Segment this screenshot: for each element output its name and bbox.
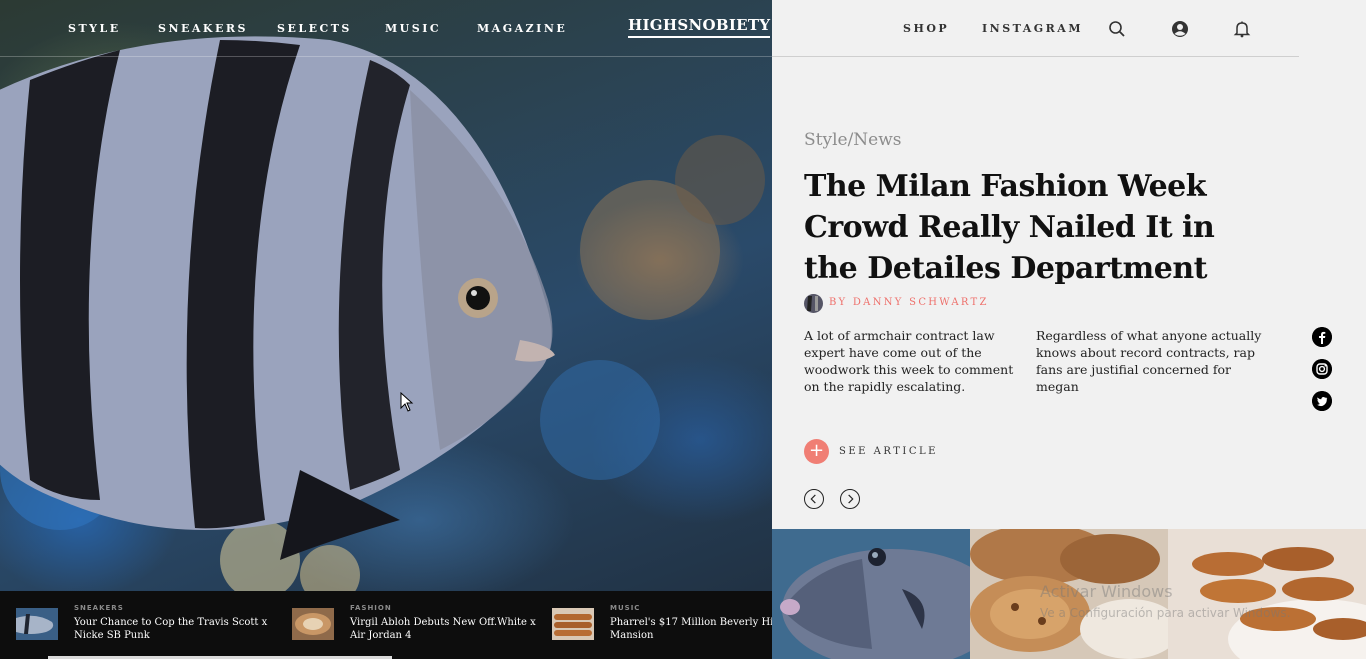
nav-selects[interactable]: SELECTS (277, 22, 352, 35)
avatar (804, 294, 823, 313)
user-icon[interactable] (1170, 19, 1190, 39)
related-item[interactable]: SNEAKERS Your Chance to Cop the Travis S… (16, 603, 276, 647)
related-thumbnail (16, 608, 58, 640)
article-headline[interactable]: The Milan Fashion Week Crowd Really Nail… (804, 166, 1274, 289)
mouse-cursor-icon (400, 392, 414, 412)
see-article-label: SEE ARTICLE (839, 446, 938, 457)
nav-sneakers[interactable]: SNEAKERS (158, 22, 248, 35)
related-thumbnail (292, 608, 334, 640)
fish-photo (0, 36, 765, 605)
hero-navbar: STYLE SNEAKERS SELECTS MUSIC MAGAZINE HI… (0, 0, 772, 57)
prev-arrow-icon[interactable] (804, 489, 824, 509)
related-item[interactable]: MUSIC Pharrel's $17 Million Beverly Hill… (552, 603, 785, 647)
gallery-biscuits-thumbnail[interactable] (1168, 529, 1366, 659)
related-articles-strip: SNEAKERS Your Chance to Cop the Travis S… (0, 591, 785, 659)
next-arrow-icon[interactable] (840, 489, 860, 509)
activation-watermark-title: Activar Windows (1040, 582, 1173, 601)
nav-style[interactable]: STYLE (68, 22, 121, 35)
related-thumbnail (552, 608, 594, 640)
search-icon[interactable] (1107, 19, 1127, 39)
plus-icon: + (804, 439, 829, 464)
instagram-icon[interactable] (1312, 359, 1332, 379)
related-category: MUSIC (610, 604, 641, 612)
nav-magazine[interactable]: MAGAZINE (477, 22, 567, 35)
article-category[interactable]: Style/News (804, 130, 902, 150)
hero-image: STYLE SNEAKERS SELECTS MUSIC MAGAZINE HI… (0, 0, 772, 659)
related-item[interactable]: FASHION Virgil Abloh Debuts New Off.Whit… (292, 603, 542, 647)
site-logo[interactable]: HIGHSNOBIETY (628, 16, 771, 38)
article-panel: SHOP INSTAGRAM Style/News The Milan Fash… (772, 0, 1366, 529)
nav-shop[interactable]: SHOP (903, 22, 949, 35)
activation-watermark-subtitle: Ve a Configuración para activar Windows. (1040, 606, 1291, 620)
bell-icon[interactable] (1232, 19, 1252, 39)
nav-instagram[interactable]: INSTAGRAM (982, 22, 1083, 35)
author-name[interactable]: BY DANNY SCHWARTZ (829, 297, 989, 308)
related-category: SNEAKERS (74, 604, 124, 612)
panel-navbar: SHOP INSTAGRAM (772, 0, 1299, 57)
gallery-fish-thumbnail[interactable] (772, 529, 970, 659)
twitter-icon[interactable] (1312, 391, 1332, 411)
excerpt-left: A lot of armchair contract law expert ha… (804, 328, 1014, 394)
related-title[interactable]: Virgil Abloh Debuts New Off.White x Air … (350, 616, 550, 642)
nav-music[interactable]: MUSIC (385, 22, 441, 35)
related-title[interactable]: Your Chance to Cop the Travis Scott x Ni… (74, 616, 274, 642)
related-category: FASHION (350, 604, 392, 612)
facebook-icon[interactable] (1312, 327, 1332, 347)
excerpt-right: Regardless of what anyone actually knows… (1036, 328, 1262, 394)
